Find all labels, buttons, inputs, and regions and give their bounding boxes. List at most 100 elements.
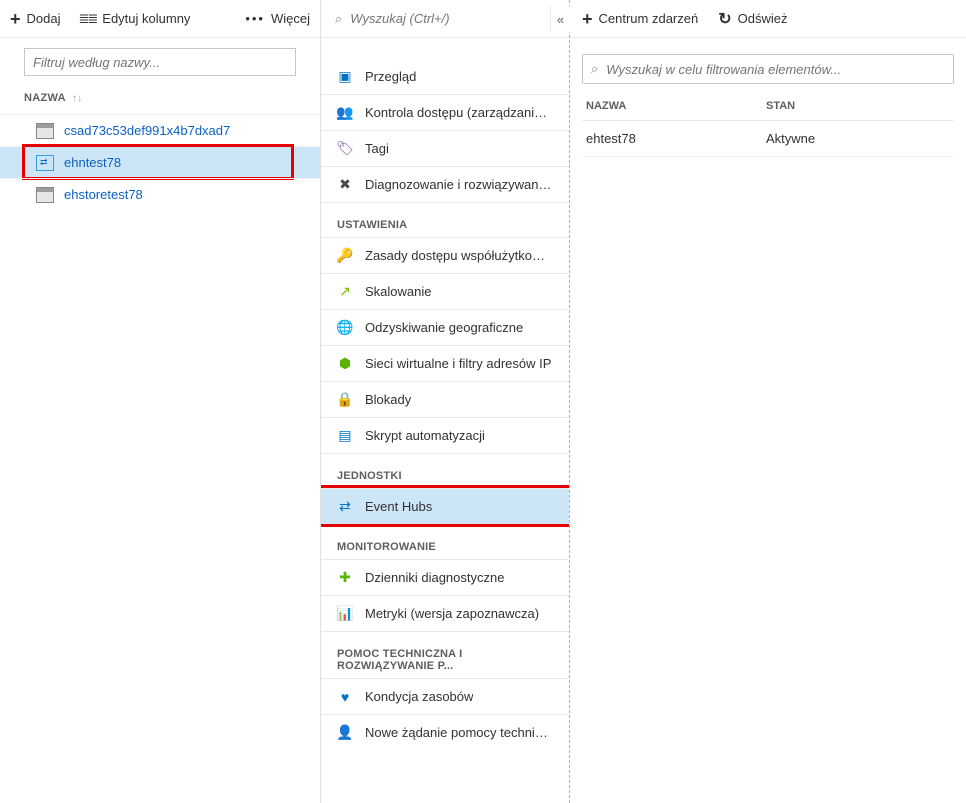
menu-item-tools[interactable]: ✖ Diagnozowanie i rozwiązywanie.. <box>321 166 569 202</box>
menu-item-label: Sieci wirtualne i filtry adresów IP <box>365 356 551 371</box>
event-hubs-table: NAZWA STAN ehtest78Aktywne <box>582 92 954 157</box>
menu-item-label: Diagnozowanie i rozwiązywanie.. <box>365 177 553 192</box>
menu-body: ▣ Przegląd 👥 Kontrola dostępu (zarządzanie … <box>321 38 569 803</box>
resource-row-label: ehstoretest78 <box>64 187 143 202</box>
table-body: ehtest78Aktywne <box>582 121 954 157</box>
menu-item-label: Skalowanie <box>365 284 432 299</box>
add-event-hub-button[interactable]: + Centrum zdarzeń <box>582 10 698 28</box>
menu-item-vnet[interactable]: ⬢ Sieci wirtualne i filtry adresów IP <box>321 345 569 381</box>
tag-icon: 🏷 <box>337 141 353 157</box>
menu-item-people[interactable]: 👥 Kontrola dostępu (zarządzanie d.. <box>321 94 569 130</box>
menu-item-diag[interactable]: ✚ Dzienniki diagnostyczne <box>321 559 569 595</box>
menu-item-label: Kondycja zasobów <box>365 689 473 704</box>
edit-columns-label: Edytuj kolumny <box>102 11 190 26</box>
menu-item-label: Metryki (wersja zapoznawcza) <box>365 606 539 621</box>
menu-item-metrics[interactable]: 📊 Metryki (wersja zapoznawcza) <box>321 595 569 631</box>
diag-icon: ✚ <box>337 570 353 586</box>
menu-section-title: JEDNOSTKI <box>321 453 569 488</box>
menu-item-eventhubs[interactable]: ⇄ Event Hubs <box>321 488 569 524</box>
refresh-label: Odśwież <box>738 11 788 26</box>
lock-icon: 🔒 <box>337 392 353 408</box>
refresh-icon: ↻ <box>718 9 731 29</box>
menu-blade: ⌕ « ▣ Przegląd 👥 Kontrola dostępu (zarządza… <box>321 0 570 803</box>
add-event-hub-label: Centrum zdarzeń <box>599 11 699 26</box>
plus-icon: + <box>582 10 593 28</box>
menu-item-support[interactable]: 👤Nowe żądanie pomocy technicznej <box>321 714 569 750</box>
event-hubs-namespace-icon <box>36 155 54 171</box>
resource-row-label: csad73c53def991x4b7dxad7 <box>64 123 230 138</box>
chevron-left-icon: « <box>557 12 564 27</box>
people-icon: 👥 <box>337 105 353 121</box>
scale-icon: ↗ <box>337 284 353 300</box>
storage-account-icon <box>36 187 54 203</box>
script-icon: ▤ <box>337 428 353 444</box>
panel3-search-wrap: ⌕ <box>582 54 954 84</box>
resource-row-label: ehntest78 <box>64 155 121 170</box>
overview-icon: ▣ <box>337 68 353 84</box>
menu-section-title: USTAWIENIA <box>321 202 569 237</box>
panel3-toolbar: + Centrum zdarzeń ↻ Odśwież <box>570 0 966 38</box>
col-header-status[interactable]: STAN <box>766 100 950 112</box>
storage-account-icon <box>36 123 54 139</box>
more-icon: ••• <box>245 11 265 26</box>
menu-section-title: MONITOROWANIE <box>321 524 569 559</box>
menu-item-label: Blokady <box>365 392 411 407</box>
content-panel: + Centrum zdarzeń ↻ Odśwież ⌕ NAZWA STAN… <box>570 0 966 803</box>
edit-columns-button[interactable]: ≣≣ Edytuj kolumny <box>78 11 190 27</box>
support-icon: 👤 <box>337 725 353 741</box>
menu-section-title: POMOC TECHNICZNA I ROZWIĄZYWANIE P... <box>321 631 569 678</box>
cell-name: ehtest78 <box>586 131 766 146</box>
table-header: NAZWA STAN <box>582 92 954 121</box>
panel1-toolbar: + Dodaj ≣≣ Edytuj kolumny ••• Więcej <box>0 0 320 38</box>
key-icon: 🔑 <box>337 248 353 264</box>
filter-input[interactable] <box>24 48 296 76</box>
more-button[interactable]: ••• Więcej <box>245 11 310 26</box>
col-header-name[interactable]: NAZWA <box>586 100 766 112</box>
menu-item-scale[interactable]: ↗ Skalowanie <box>321 273 569 309</box>
add-button[interactable]: + Dodaj <box>10 10 60 28</box>
menu-item-label: Skrypt automatyzacji <box>365 428 485 443</box>
cell-status: Aktywne <box>766 131 950 146</box>
menu-item-label: Zasady dostępu współużytkowa.. <box>365 248 553 263</box>
menu-search-input[interactable] <box>350 11 555 26</box>
filter-input-wrap <box>24 48 296 76</box>
vnet-icon: ⬢ <box>337 356 353 372</box>
resource-row[interactable]: ehntest78 <box>0 146 320 178</box>
column-header-name-label: NAZWA <box>24 92 66 104</box>
eventhubs-icon: ⇄ <box>337 499 353 515</box>
search-icon: ⌕ <box>591 61 598 77</box>
columns-icon: ≣≣ <box>78 11 96 27</box>
panel3-search-input[interactable] <box>606 62 945 77</box>
sort-icon: ↑↓ <box>72 93 83 104</box>
menu-item-label: Event Hubs <box>365 499 432 514</box>
add-label: Dodaj <box>27 11 61 26</box>
metrics-icon: 📊 <box>337 606 353 622</box>
resource-row[interactable]: ehstoretest78 <box>0 178 320 210</box>
search-icon: ⌕ <box>335 11 342 27</box>
more-label: Więcej <box>271 11 310 26</box>
menu-item-globe[interactable]: 🌐 Odzyskiwanie geograficzne <box>321 309 569 345</box>
menu-item-tag[interactable]: 🏷 Tagi <box>321 130 569 166</box>
menu-item-lock[interactable]: 🔒 Blokady <box>321 381 569 417</box>
menu-item-key[interactable]: 🔑 Zasady dostępu współużytkowa.. <box>321 237 569 273</box>
menu-item-overview[interactable]: ▣ Przegląd <box>321 58 569 94</box>
menu-item-label: Dzienniki diagnostyczne <box>365 570 504 585</box>
table-row[interactable]: ehtest78Aktywne <box>582 121 954 157</box>
collapse-blade-button[interactable]: « <box>550 6 570 32</box>
plus-icon: + <box>10 10 21 28</box>
column-header-name[interactable]: NAZWA ↑↓ <box>0 92 320 104</box>
tools-icon: ✖ <box>337 177 353 193</box>
globe-icon: 🌐 <box>337 320 353 336</box>
menu-item-label: Kontrola dostępu (zarządzanie d.. <box>365 105 553 120</box>
health-icon: ♥ <box>337 689 353 705</box>
menu-search-wrap: ⌕ <box>321 0 569 38</box>
refresh-button[interactable]: ↻ Odśwież <box>718 9 787 29</box>
menu-item-label: Przegląd <box>365 69 416 84</box>
menu-item-script[interactable]: ▤ Skrypt automatyzacji <box>321 417 569 453</box>
resource-list-panel: + Dodaj ≣≣ Edytuj kolumny ••• Więcej NAZ… <box>0 0 321 803</box>
menu-item-label: Tagi <box>365 141 389 156</box>
resource-list: csad73c53def991x4b7dxad7 ehntest78 ehstore… <box>0 114 320 210</box>
resource-row[interactable]: csad73c53def991x4b7dxad7 <box>0 114 320 146</box>
menu-item-label: Odzyskiwanie geograficzne <box>365 320 523 335</box>
menu-item-health[interactable]: ♥ Kondycja zasobów <box>321 678 569 714</box>
